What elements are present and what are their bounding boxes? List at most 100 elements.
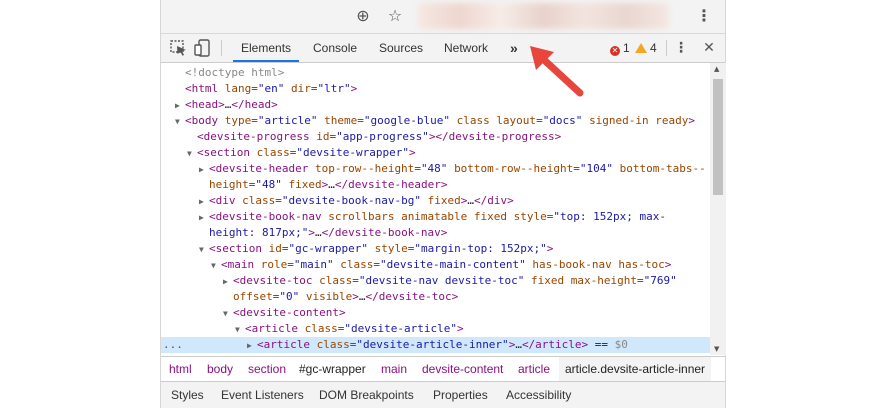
- dom-node[interactable]: ▶ <div class="devsite-book-nav-bg" fixed>…: [161, 193, 710, 209]
- dom-token: </head>: [231, 98, 278, 111]
- dom-token: <section: [197, 146, 257, 159]
- device-toolbar-icon[interactable]: [193, 38, 213, 58]
- dom-node[interactable]: </article>: [161, 353, 710, 355]
- dom-token: …: [515, 338, 522, 351]
- dom-node[interactable]: ▼ <section class="devsite-wrapper">: [161, 145, 710, 161]
- devtools-tabbar: Elements Console Sources Network » ✕ 1 4 …: [161, 34, 725, 63]
- dom-token: =: [275, 194, 282, 207]
- breadcrumb-item[interactable]: devsite-content: [422, 357, 503, 381]
- subtab-properties[interactable]: Properties: [433, 382, 488, 408]
- dom-token: …: [467, 194, 474, 207]
- dom-node[interactable]: <html lang="en" dir="ltr">: [161, 81, 710, 97]
- dom-token: "main": [293, 258, 334, 271]
- annotation-arrow-icon: [530, 46, 584, 97]
- dom-node[interactable]: ▼ <main role="main" class="devsite-main-c…: [161, 257, 710, 273]
- subtab-accessibility[interactable]: Accessibility: [506, 382, 571, 408]
- dom-token: </article>: [521, 338, 589, 351]
- dom-node[interactable]: <devsite-progress id="app-progress"></de…: [161, 129, 710, 145]
- expand-icon[interactable]: ▶: [247, 338, 257, 354]
- elements-subtabs: Styles Event Listeners DOM Breakpoints P…: [161, 382, 725, 408]
- scroll-down-icon[interactable]: ▼: [714, 345, 719, 353]
- more-tabs-button[interactable]: »: [510, 34, 518, 62]
- dom-token: <head>: [185, 98, 225, 111]
- breadcrumb-item[interactable]: body: [207, 357, 233, 381]
- collapse-icon[interactable]: ▼: [235, 322, 245, 338]
- expand-icon[interactable]: ▶: [175, 98, 185, 114]
- dom-token: =: [373, 258, 380, 271]
- dom-node[interactable]: <!doctype html>: [161, 65, 710, 81]
- dom-token: "google-blue": [363, 114, 450, 127]
- dom-token: id: [268, 242, 282, 255]
- breadcrumb-item[interactable]: article: [518, 357, 550, 381]
- dom-scrollbar[interactable]: ▲ ▼: [710, 63, 726, 355]
- dom-token: …: [328, 178, 335, 191]
- dom-node[interactable]: ▼ <devsite-content>: [161, 305, 710, 321]
- dom-node-selected[interactable]: ... ▶ <article class="devsite-article-inne…: [161, 337, 710, 353]
- dom-node[interactable]: ▼ <section id="gc-wrapper" style="margin-…: [161, 241, 710, 257]
- dom-node[interactable]: offset="0" visible>…</devsite-toc>: [161, 289, 710, 305]
- dom-node[interactable]: ▼ <body type="article" theme="google-blue…: [161, 113, 710, 129]
- subtab-styles[interactable]: Styles: [171, 382, 204, 408]
- star-icon[interactable]: ☆: [385, 6, 405, 26]
- breadcrumb-item[interactable]: section: [248, 357, 286, 381]
- breadcrumb-item-selected[interactable]: article.devsite-article-inner: [559, 357, 712, 381]
- error-count-badge[interactable]: ✕ 1: [610, 34, 630, 62]
- dom-token: "en": [257, 82, 285, 95]
- dom-node[interactable]: ▼ <article class="devsite-article">: [161, 321, 710, 337]
- expand-icon[interactable]: ▶: [223, 274, 233, 290]
- dom-node[interactable]: ▶ <devsite-toc class="devsite-nav devsite…: [161, 273, 710, 289]
- subtab-dom-breakpoints[interactable]: DOM Breakpoints: [319, 382, 414, 408]
- dom-token: "devsite-nav devsite-toc": [358, 274, 525, 287]
- dom-token: has-book-nav has-toc: [532, 258, 665, 271]
- warning-count-badge[interactable]: 4: [635, 34, 657, 62]
- more-vert-icon[interactable]: ⋮: [694, 6, 714, 26]
- tab-console[interactable]: Console: [313, 34, 357, 62]
- dom-token: =: [352, 274, 359, 287]
- scroll-thumb[interactable]: [713, 79, 723, 195]
- scroll-up-icon[interactable]: ▲: [714, 65, 719, 73]
- dom-token: …: [314, 226, 322, 239]
- dom-token: <body: [185, 114, 225, 127]
- breadcrumb-item[interactable]: html: [169, 357, 192, 381]
- dom-node[interactable]: height: 817px;">…</devsite-book-nav>: [161, 225, 710, 241]
- dom-token: =: [287, 258, 294, 271]
- tab-sources[interactable]: Sources: [379, 34, 423, 62]
- collapse-icon[interactable]: ▼: [211, 258, 221, 274]
- collapse-icon[interactable]: ▼: [223, 306, 233, 322]
- dom-node[interactable]: height="48" fixed>…</devsite-header>: [161, 177, 710, 193]
- expand-icon[interactable]: ▶: [199, 162, 209, 178]
- add-circle-icon[interactable]: ⊕: [353, 6, 373, 26]
- subtab-event-listeners[interactable]: Event Listeners: [221, 382, 304, 408]
- expand-icon[interactable]: ▶: [199, 210, 209, 226]
- dom-token: scrollbars animatable fixed style: [328, 210, 547, 223]
- dom-token: role: [260, 258, 288, 271]
- dom-token: class layout: [456, 114, 537, 127]
- tab-network[interactable]: Network: [444, 34, 488, 62]
- tab-elements[interactable]: Elements: [233, 34, 300, 62]
- dom-token: [613, 162, 620, 175]
- breadcrumb-item[interactable]: main: [381, 357, 407, 381]
- dom-token: ></devsite-progress>: [428, 130, 562, 143]
- dom-token: "margin-top: 152px;": [414, 242, 547, 255]
- dom-node[interactable]: ▶ <devsite-header top-row--height="48" bo…: [161, 161, 710, 177]
- dom-node[interactable]: ▶ <devsite-book-nav scrollbars animatable…: [161, 209, 710, 225]
- dom-token: class: [316, 338, 350, 351]
- collapse-icon[interactable]: ▼: [187, 146, 197, 162]
- expand-icon[interactable]: ▶: [199, 194, 209, 210]
- dom-token: class: [340, 258, 374, 271]
- close-icon[interactable]: ✕: [699, 38, 719, 58]
- devtools-menu-icon[interactable]: ⋮: [671, 38, 691, 58]
- dom-token: dir: [291, 82, 311, 95]
- selection-marker[interactable]: ...: [163, 337, 183, 353]
- inspect-element-icon[interactable]: [169, 38, 189, 58]
- collapse-icon[interactable]: ▼: [199, 242, 209, 258]
- breadcrumb-item[interactable]: #gc-wrapper: [299, 357, 366, 381]
- dom-token: >: [664, 258, 672, 271]
- dom-token: <devsite-toc: [233, 274, 320, 287]
- dom-token: <div: [209, 194, 243, 207]
- dom-node[interactable]: ▶ <head>…</head>: [161, 97, 710, 113]
- dom-token: "docs": [542, 114, 583, 127]
- collapse-icon[interactable]: ▼: [175, 114, 185, 130]
- dom-token: type: [224, 114, 252, 127]
- dom-token: <devsite-content>: [233, 306, 346, 319]
